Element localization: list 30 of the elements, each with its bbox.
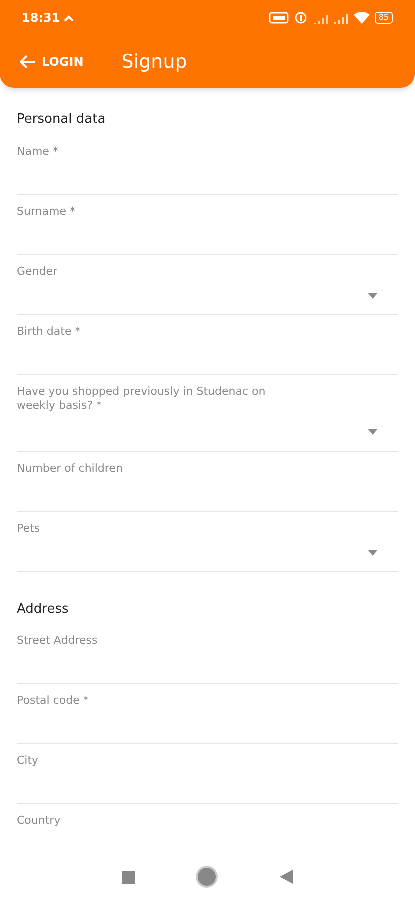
back-arrow-icon <box>20 55 36 69</box>
page-title: Signup <box>122 50 188 75</box>
wifi-icon <box>354 12 370 24</box>
notification-icon <box>64 14 74 22</box>
status-time: 18:31 <box>22 10 60 27</box>
field-label: Birth date * <box>17 324 82 338</box>
field-label: Gender <box>17 264 59 278</box>
recents-button[interactable] <box>122 870 135 884</box>
signal-icon <box>312 12 329 24</box>
field-label: Name * <box>17 144 60 158</box>
field-label: Postal code * <box>17 693 90 708</box>
section-title: Personal data <box>17 111 107 129</box>
signal-icon <box>332 12 349 24</box>
field-label: Surname * <box>17 204 76 218</box>
dropdown-arrow-icon[interactable] <box>368 428 378 434</box>
back-nav-icon[interactable] <box>280 870 294 884</box>
field-label: Street Address <box>17 633 99 648</box>
section-title: Address <box>17 600 70 618</box>
dropdown-arrow-icon[interactable] <box>368 293 378 299</box>
field-label: Number of children <box>17 460 124 476</box>
field-label: Pets <box>17 520 42 536</box>
vpn-icon <box>268 12 289 24</box>
dropdown-arrow-icon[interactable] <box>368 550 378 556</box>
field-label: Country <box>17 813 62 828</box>
field-label: Have you shopped previously in Studenac on weekly basis? * <box>17 384 267 412</box>
back-button[interactable]: LOGIN <box>20 53 84 71</box>
battery-icon: 85 <box>374 12 393 24</box>
circle-r-icon <box>294 12 307 24</box>
home-button[interactable] <box>198 868 216 886</box>
field-label: City <box>17 753 40 768</box>
